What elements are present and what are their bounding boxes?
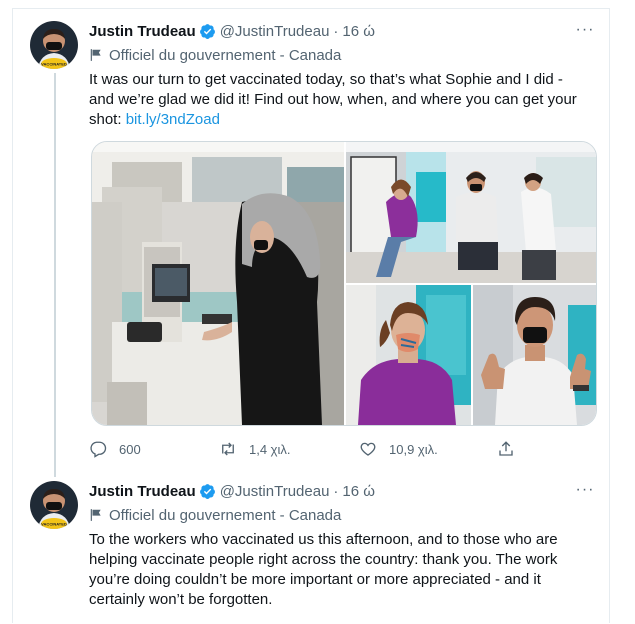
verified-badge-icon	[199, 483, 215, 499]
timestamp[interactable]: 16 ώ	[342, 483, 375, 500]
tweet-text: It was our turn to get vaccinated today,…	[89, 70, 589, 130]
more-icon[interactable]: ···	[575, 22, 595, 43]
photo-justin-thumbs-up[interactable]	[473, 285, 596, 425]
more-icon[interactable]: ···	[575, 482, 595, 503]
reply-button[interactable]: 600	[89, 440, 141, 458]
share-icon	[499, 441, 513, 456]
tweet-actions: 600 1,4 χιλ. 10,9 χιλ.	[89, 437, 589, 461]
retweet-icon	[222, 442, 234, 456]
tweet[interactable]: VACCINATED Justin Trudeau @JustinTrudeau…	[13, 469, 611, 624]
share-button[interactable]	[497, 440, 527, 458]
government-label-text: Officiel du gouvernement - Canada	[109, 46, 342, 64]
avatar[interactable]: VACCINATED	[30, 21, 78, 69]
like-count: 10,9 χιλ.	[389, 441, 438, 457]
government-label: Officiel du gouvernement - Canada	[89, 45, 341, 65]
author-name[interactable]: Justin Trudeau	[89, 23, 196, 40]
avatar-badge-text: VACCINATED	[41, 62, 67, 67]
avatar-badge-text: VACCINATED	[41, 522, 67, 527]
media-grid[interactable]	[91, 141, 597, 426]
government-label: Officiel du gouvernement - Canada	[89, 505, 341, 525]
government-flag-icon	[90, 509, 101, 521]
retweet-button[interactable]: 1,4 χιλ.	[219, 440, 291, 458]
separator: ·	[333, 482, 339, 500]
like-button[interactable]: 10,9 χιλ.	[359, 440, 438, 458]
author-name[interactable]: Justin Trudeau	[89, 483, 196, 500]
like-icon	[360, 442, 376, 456]
government-flag-icon	[90, 49, 101, 61]
photo-vaccination-room[interactable]	[346, 142, 596, 283]
timestamp[interactable]: 16 ώ	[342, 23, 375, 40]
timeline-frame: VACCINATED Justin Trudeau @JustinTrudeau…	[12, 8, 610, 623]
photo-pharmacy-worker[interactable]	[92, 142, 344, 425]
author-handle[interactable]: @JustinTrudeau	[220, 23, 330, 40]
tweet-header: Justin Trudeau @JustinTrudeau · 16 ώ	[89, 481, 375, 501]
retweet-count: 1,4 χιλ.	[249, 441, 291, 457]
tweet-link[interactable]: bit.ly/3ndZoad	[126, 111, 220, 128]
photo-sophie[interactable]	[346, 285, 471, 425]
thread-line	[54, 73, 56, 477]
tweet-text-main: To the workers who vaccinated us this af…	[89, 531, 558, 608]
avatar[interactable]: VACCINATED	[30, 481, 78, 529]
separator: ·	[333, 22, 339, 40]
reply-count: 600	[119, 441, 141, 457]
author-handle[interactable]: @JustinTrudeau	[220, 483, 330, 500]
tweet-header: Justin Trudeau @JustinTrudeau · 16 ώ	[89, 21, 375, 41]
reply-icon	[90, 441, 107, 458]
government-label-text: Officiel du gouvernement - Canada	[109, 506, 342, 524]
verified-badge-icon	[199, 23, 215, 39]
tweet-text: To the workers who vaccinated us this af…	[89, 530, 589, 610]
tweet[interactable]: VACCINATED Justin Trudeau @JustinTrudeau…	[13, 9, 611, 477]
